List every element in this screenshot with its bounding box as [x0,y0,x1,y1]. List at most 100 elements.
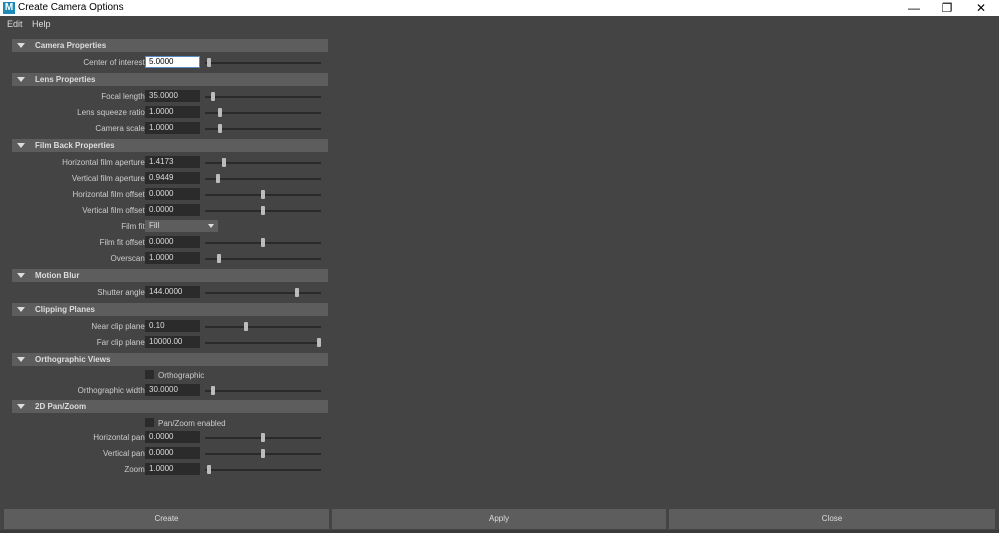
button-bar: Create Apply Close [0,501,999,533]
minimize-button[interactable]: — [897,0,931,16]
menu-edit[interactable]: Edit [7,18,23,30]
collapse-triangle-icon [17,404,25,409]
slider-thumb[interactable] [218,124,222,133]
section-camera-properties[interactable]: Camera Properties [12,39,328,52]
focal-length-slider[interactable] [205,92,321,101]
camera-scale-field[interactable]: 1.0000 [145,122,200,134]
section-film-back[interactable]: Film Back Properties [12,139,328,152]
zoom-field[interactable]: 1.0000 [145,463,200,475]
label: Horizontal film aperture: [62,158,147,167]
h-film-aperture-slider[interactable] [205,158,321,167]
lens-squeeze-ratio-field[interactable]: 1.0000 [145,106,200,118]
section-title: 2D Pan/Zoom [35,402,87,411]
orthographic-width-slider[interactable] [205,386,321,395]
slider-thumb[interactable] [261,433,265,442]
label: Overscan: [110,254,147,263]
section-title: Clipping Planes [35,305,96,314]
checkbox-label[interactable]: Pan/Zoom enabled [158,418,226,429]
section-orthographic-views[interactable]: Orthographic Views [12,353,328,366]
section-title: Orthographic Views [35,355,111,364]
label: Lens squeeze ratio: [77,108,147,117]
overscan-field[interactable]: 1.0000 [145,252,200,264]
slider-thumb[interactable] [218,108,222,117]
slider-thumb[interactable] [295,288,299,297]
section-title: Lens Properties [35,75,96,84]
row-film-fit-offset: Film fit offset: 0.0000 [12,236,328,249]
collapse-triangle-icon [17,357,25,362]
checkbox-label[interactable]: Orthographic [158,370,204,381]
film-fit-offset-field[interactable]: 0.0000 [145,236,200,248]
near-clip-slider[interactable] [205,322,321,331]
row-horizontal-pan: Horizontal pan: 0.0000 [12,431,328,444]
row-h-film-offset: Horizontal film offset: 0.0000 [12,188,328,201]
slider-thumb[interactable] [317,338,321,347]
menu-help[interactable]: Help [32,18,51,30]
shutter-angle-slider[interactable] [205,288,321,297]
maximize-button[interactable]: ❐ [930,0,964,16]
h-film-offset-field[interactable]: 0.0000 [145,188,200,200]
center-of-interest-slider[interactable] [205,58,321,67]
horizontal-pan-field[interactable]: 0.0000 [145,431,200,443]
row-orthographic-checkbox: Orthographic [12,369,328,382]
menu-bar: Edit Help [0,16,999,32]
slider-thumb[interactable] [244,322,248,331]
film-fit-dropdown[interactable]: Fill [145,220,218,232]
film-fit-value: Fill [149,221,160,230]
v-film-offset-field[interactable]: 0.0000 [145,204,200,216]
v-film-aperture-field[interactable]: 0.9449 [145,172,200,184]
v-film-offset-slider[interactable] [205,206,321,215]
film-fit-offset-slider[interactable] [205,238,321,247]
horizontal-pan-slider[interactable] [205,433,321,442]
focal-length-field[interactable]: 35.0000 [145,90,200,102]
zoom-slider[interactable] [205,465,321,474]
label: Zoom: [124,465,147,474]
pan-zoom-enabled-checkbox[interactable] [145,418,154,427]
center-of-interest-field[interactable]: 5.0000 [145,56,200,68]
label: Orthographic width: [77,386,147,395]
section-2d-pan-zoom[interactable]: 2D Pan/Zoom [12,400,328,413]
h-film-aperture-field[interactable]: 1.4173 [145,156,200,168]
close-window-button[interactable]: ✕ [964,0,998,16]
camera-scale-slider[interactable] [205,124,321,133]
slider-thumb[interactable] [222,158,226,167]
chevron-down-icon [208,224,214,228]
overscan-slider[interactable] [205,254,321,263]
slider-thumb[interactable] [261,206,265,215]
vertical-pan-slider[interactable] [205,449,321,458]
row-near-clip: Near clip plane: 0.10 [12,320,328,333]
row-film-fit: Film fit: Fill [12,220,328,233]
label: Vertical pan: [102,449,147,458]
orthographic-width-field[interactable]: 30.0000 [145,384,200,396]
slider-thumb[interactable] [217,254,221,263]
close-button[interactable]: Close [669,509,995,529]
slider-thumb[interactable] [261,190,265,199]
label: Focal length: [101,92,147,101]
create-button[interactable]: Create [4,509,329,529]
shutter-angle-field[interactable]: 144.0000 [145,286,200,298]
h-film-offset-slider[interactable] [205,190,321,199]
slider-thumb[interactable] [211,386,215,395]
row-orthographic-width: Orthographic width: 30.0000 [12,384,328,397]
row-shutter-angle: Shutter angle: 144.0000 [12,286,328,299]
section-motion-blur[interactable]: Motion Blur [12,269,328,282]
collapse-triangle-icon [17,273,25,278]
row-v-film-offset: Vertical film offset: 0.0000 [12,204,328,217]
slider-thumb[interactable] [261,449,265,458]
slider-thumb[interactable] [211,92,215,101]
slider-thumb[interactable] [207,58,211,67]
collapse-triangle-icon [17,307,25,312]
label: Shutter angle: [97,288,147,297]
slider-thumb[interactable] [216,174,220,183]
section-clipping-planes[interactable]: Clipping Planes [12,303,328,316]
section-lens-properties[interactable]: Lens Properties [12,73,328,86]
near-clip-field[interactable]: 0.10 [145,320,200,332]
lens-squeeze-ratio-slider[interactable] [205,108,321,117]
orthographic-checkbox[interactable] [145,370,154,379]
far-clip-slider[interactable] [205,338,321,347]
vertical-pan-field[interactable]: 0.0000 [145,447,200,459]
apply-button[interactable]: Apply [332,509,666,529]
v-film-aperture-slider[interactable] [205,174,321,183]
far-clip-field[interactable]: 10000.00 [145,336,200,348]
slider-thumb[interactable] [207,465,211,474]
slider-thumb[interactable] [261,238,265,247]
